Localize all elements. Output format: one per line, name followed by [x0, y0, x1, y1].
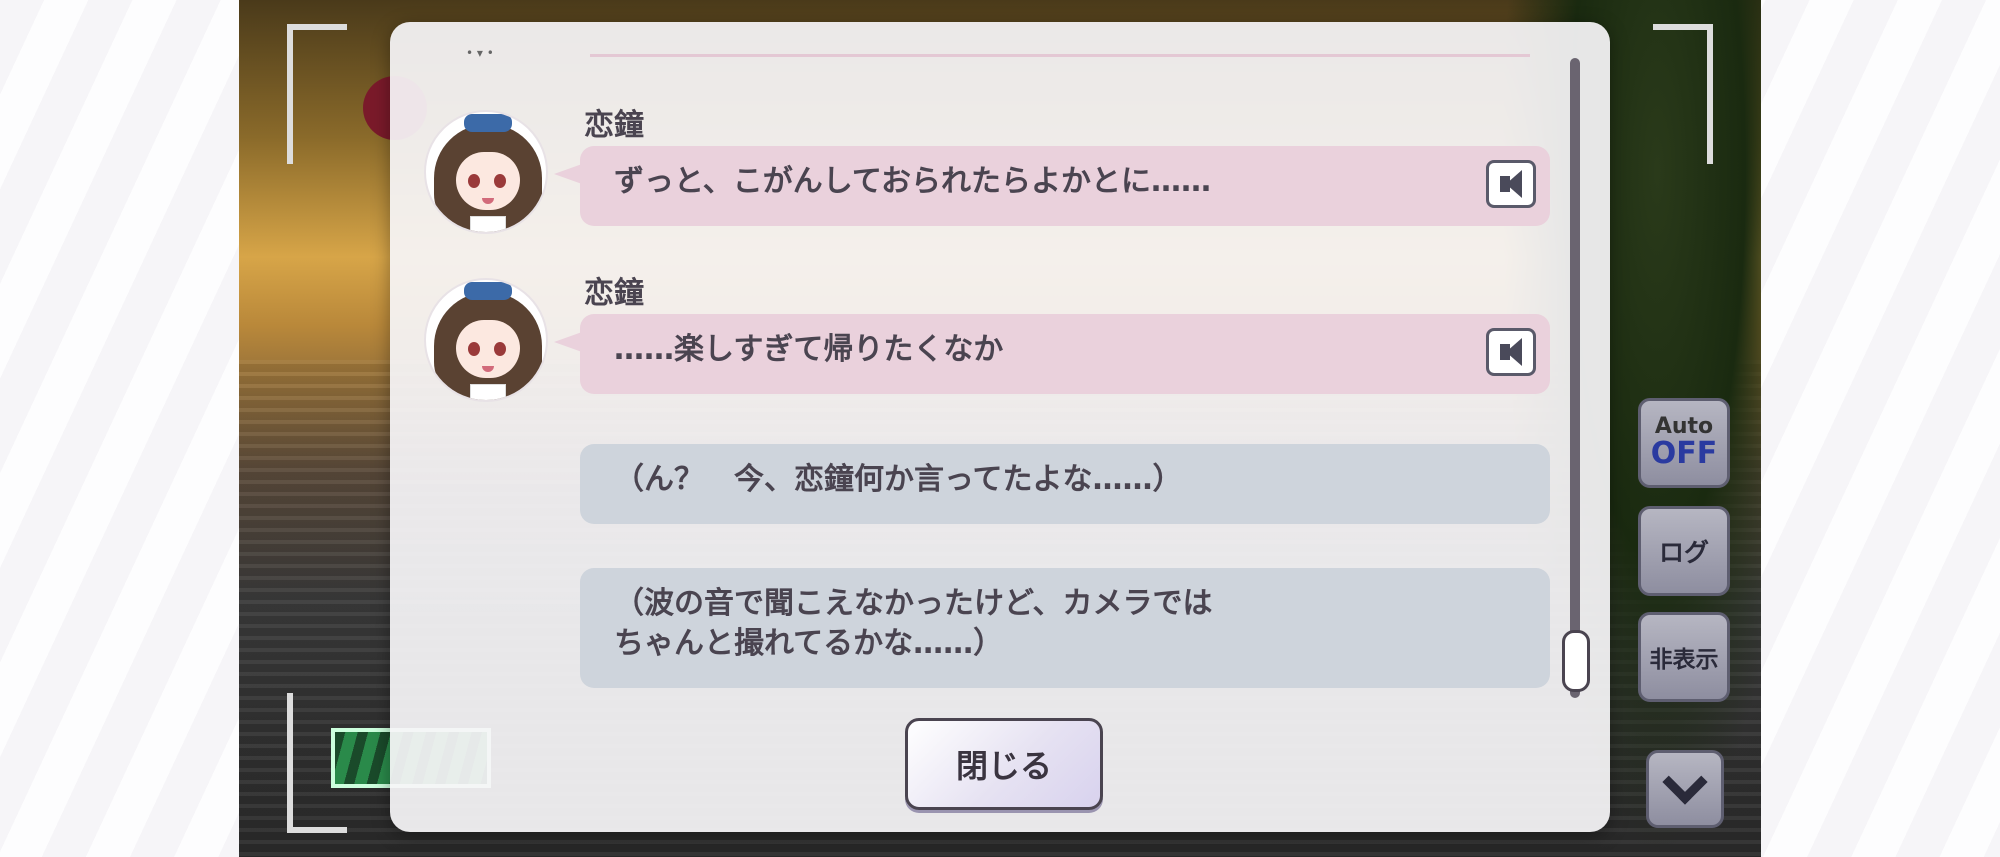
voice-play-button[interactable] [1486, 160, 1536, 208]
scrollbar-thumb[interactable] [1562, 630, 1590, 692]
dialogue-text: ……楽しすぎて帰りたくなか [614, 332, 1004, 367]
close-button[interactable]: 閉じる [905, 718, 1103, 810]
voice-play-button[interactable] [1486, 328, 1536, 376]
backlog-dialog: • ▾ • 恋鐘 ずっと、こがんしておられたらよかとに…… 恋鐘 ……楽しすぎて… [390, 22, 1610, 832]
scrollbar-track[interactable] [1570, 58, 1580, 698]
dialogue-bubble: ずっと、こがんしておられたらよかとに…… [554, 146, 1550, 226]
auto-state: OFF [1650, 436, 1718, 471]
narration-bubble: （ん？ 今、恋鐘何か言ってたよな……） [580, 444, 1550, 524]
camera-frame-corner [287, 24, 347, 164]
avatar [424, 278, 548, 402]
scroll-down-button[interactable] [1646, 750, 1724, 828]
avatar [424, 110, 548, 234]
auto-button[interactable]: Auto OFF [1638, 398, 1730, 488]
log-button[interactable]: ログ [1638, 506, 1730, 596]
hide-ui-button[interactable]: 非表示 [1638, 612, 1730, 702]
log-label: ログ [1658, 538, 1709, 567]
narration-text: （波の音で聞こえなかったけど、カメラでは [614, 586, 1213, 621]
narration-text: ちゃんと撮れてるかな……） [614, 626, 1004, 661]
dialogue-bubble: ……楽しすぎて帰りたくなか [554, 314, 1550, 394]
hide-label: 非表示 [1649, 647, 1719, 673]
narration-text: （ん？ 今、恋鐘何か言ってたよな……） [614, 462, 1183, 497]
divider [590, 54, 1530, 57]
avatar-peek-icon: • ▾ • [466, 46, 494, 60]
chevron-down-icon [1662, 759, 1708, 805]
speaker-name: 恋鐘 [584, 108, 644, 143]
auto-label: Auto [1654, 414, 1714, 439]
voice-play-icon [1500, 338, 1522, 366]
camera-frame-corner [1653, 24, 1713, 164]
narration-bubble: （波の音で聞こえなかったけど、カメラでは ちゃんと撮れてるかな……） [580, 568, 1550, 688]
dialogue-text: ずっと、こがんしておられたらよかとに…… [614, 164, 1211, 199]
voice-play-icon [1500, 170, 1522, 198]
speaker-name: 恋鐘 [584, 276, 644, 311]
